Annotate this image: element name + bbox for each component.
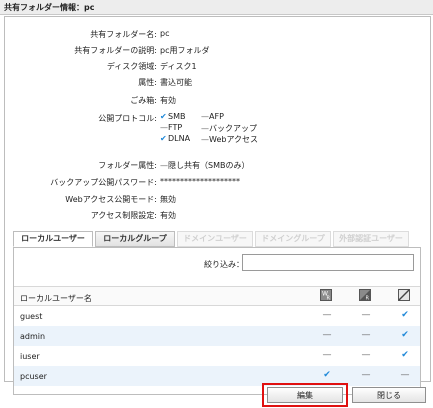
close-button[interactable]: 閉じる bbox=[352, 387, 426, 403]
user-name: admin bbox=[20, 332, 46, 341]
protocol-afp: —AFP bbox=[201, 112, 224, 121]
rw-cell[interactable]: — bbox=[320, 310, 334, 320]
prop-label: フォルダー属性: bbox=[98, 161, 157, 170]
prop-label: 公開プロトコル: bbox=[98, 114, 157, 123]
protocol-smb: ✔SMB bbox=[160, 112, 185, 121]
table-row[interactable]: admin — — ✔ bbox=[14, 326, 420, 346]
prop-trash: ごみ箱: 有効 bbox=[5, 95, 430, 107]
prop-label: アクセス制限設定: bbox=[90, 211, 157, 220]
no-access-cell[interactable]: ✔ bbox=[398, 330, 412, 340]
protocol-label: AFP bbox=[209, 112, 224, 121]
rw-cell[interactable]: — bbox=[320, 350, 334, 360]
protocol-label: SMB bbox=[168, 112, 186, 121]
check-icon: ✔ bbox=[160, 112, 167, 121]
protocol-web-access: —Webアクセス bbox=[201, 134, 258, 145]
dash-icon: — bbox=[201, 135, 209, 144]
tab-external-auth-users[interactable]: 外部認証ユーザー bbox=[333, 231, 409, 247]
dash-icon: — bbox=[160, 161, 168, 170]
tab-local-groups[interactable]: ローカルグループ bbox=[95, 231, 175, 247]
check-icon: ✔ bbox=[160, 134, 167, 143]
tab-local-users[interactable]: ローカルユーザー bbox=[13, 231, 93, 247]
table-row[interactable]: iuser — — ✔ bbox=[14, 346, 420, 366]
protocol-backup: —バックアップ bbox=[201, 123, 257, 134]
rw-cell[interactable]: — bbox=[320, 330, 334, 340]
prop-label: 共有フォルダー名: bbox=[90, 30, 157, 39]
table-row[interactable]: pcuser ✔ — — bbox=[14, 366, 420, 386]
read-only-permission-icon[interactable]: R bbox=[359, 289, 371, 301]
prop-label: ごみ箱: bbox=[130, 96, 157, 105]
user-tabs: ローカルユーザー ローカルグループ ドメインユーザー ドメイングループ 外部認証… bbox=[13, 231, 425, 247]
ro-cell[interactable]: — bbox=[359, 330, 373, 340]
filter-input[interactable] bbox=[242, 254, 414, 271]
ro-cell[interactable]: — bbox=[359, 310, 373, 320]
column-header-name[interactable]: ローカルユーザー名 bbox=[20, 293, 92, 304]
table-row[interactable]: guest — — ✔ bbox=[14, 306, 420, 326]
svg-text:R: R bbox=[327, 296, 331, 302]
dash-icon: — bbox=[160, 123, 168, 132]
prop-label: 属性: bbox=[138, 78, 157, 87]
prop-label: 共有フォルダーの説明: bbox=[74, 46, 157, 55]
protocol-label: FTP bbox=[168, 123, 183, 132]
user-name: pcuser bbox=[20, 372, 47, 381]
prop-value-text: 隠し共有（SMBのみ） bbox=[168, 161, 250, 170]
no-access-cell[interactable]: ✔ bbox=[398, 310, 412, 320]
user-name: iuser bbox=[20, 352, 40, 361]
prop-value: pc bbox=[160, 29, 170, 38]
protocol-label: バックアップ bbox=[209, 124, 257, 133]
ro-cell[interactable]: — bbox=[359, 350, 373, 360]
no-access-cell[interactable]: ✔ bbox=[398, 350, 412, 360]
dialog-titlebar[interactable]: 共有フォルダー情報：pc bbox=[0, 0, 433, 15]
user-permission-list: 絞り込み： ローカルユーザー名 W R R guest — — ✔ admin … bbox=[13, 247, 421, 395]
prop-backup-password: バックアップ公開パスワード: ******************** bbox=[5, 177, 430, 189]
prop-value: 無効 bbox=[160, 195, 176, 204]
rw-cell[interactable]: ✔ bbox=[320, 370, 334, 380]
prop-web-access-mode: Webアクセス公開モード: 無効 bbox=[5, 194, 430, 206]
read-write-permission-icon[interactable]: W R bbox=[320, 289, 332, 301]
edit-button[interactable]: 編集 bbox=[267, 387, 343, 403]
protocol-dlna: ✔DLNA bbox=[160, 134, 190, 143]
svg-text:R: R bbox=[366, 296, 370, 302]
dash-icon: — bbox=[201, 112, 209, 121]
prop-label: Webアクセス公開モード: bbox=[65, 195, 157, 204]
prop-attribute: 属性: 書込可能 bbox=[5, 77, 430, 89]
info-panel: 共有フォルダー名: pc 共有フォルダーの説明: pc用フォルダ ディスク領域:… bbox=[4, 16, 431, 395]
protocol-ftp: —FTP bbox=[160, 123, 182, 132]
prop-value: pc用フォルダ bbox=[160, 46, 210, 55]
tab-domain-users[interactable]: ドメインユーザー bbox=[177, 231, 253, 247]
prop-folder-attribute: フォルダー属性: —隠し共有（SMBのみ） bbox=[5, 160, 430, 172]
no-access-icon[interactable] bbox=[398, 289, 410, 301]
prop-value: 有効 bbox=[160, 211, 176, 220]
prop-folder-description: 共有フォルダーの説明: pc用フォルダ bbox=[5, 45, 430, 57]
dialog-title: 共有フォルダー情報：pc bbox=[4, 3, 95, 12]
prop-disk-area: ディスク領域: ディスク1 bbox=[5, 61, 430, 73]
prop-label: バックアップ公開パスワード: bbox=[50, 178, 157, 187]
ro-cell[interactable]: — bbox=[359, 370, 373, 380]
prop-value: 有効 bbox=[160, 96, 176, 105]
prop-value: —隠し共有（SMBのみ） bbox=[160, 160, 249, 171]
prop-value: ディスク1 bbox=[160, 62, 197, 71]
protocol-label: Webアクセス bbox=[209, 135, 259, 144]
prop-label: ディスク領域: bbox=[106, 62, 157, 71]
prop-value: 書込可能 bbox=[160, 78, 192, 87]
user-name: guest bbox=[20, 312, 43, 321]
dash-icon: — bbox=[201, 124, 209, 133]
no-access-cell[interactable]: — bbox=[398, 370, 412, 380]
prop-value: ******************** bbox=[160, 177, 240, 186]
table-header: ローカルユーザー名 W R R bbox=[14, 286, 420, 306]
protocol-label: DLNA bbox=[168, 134, 191, 143]
prop-folder-name: 共有フォルダー名: pc bbox=[5, 29, 430, 41]
filter-label: 絞り込み： bbox=[204, 260, 244, 269]
tab-domain-groups[interactable]: ドメイングループ bbox=[255, 231, 331, 247]
prop-access-restriction: アクセス制限設定: 有効 bbox=[5, 210, 430, 222]
shared-folder-info-dialog: 共有フォルダー情報：pc 共有フォルダー名: pc 共有フォルダーの説明: pc… bbox=[0, 0, 433, 408]
